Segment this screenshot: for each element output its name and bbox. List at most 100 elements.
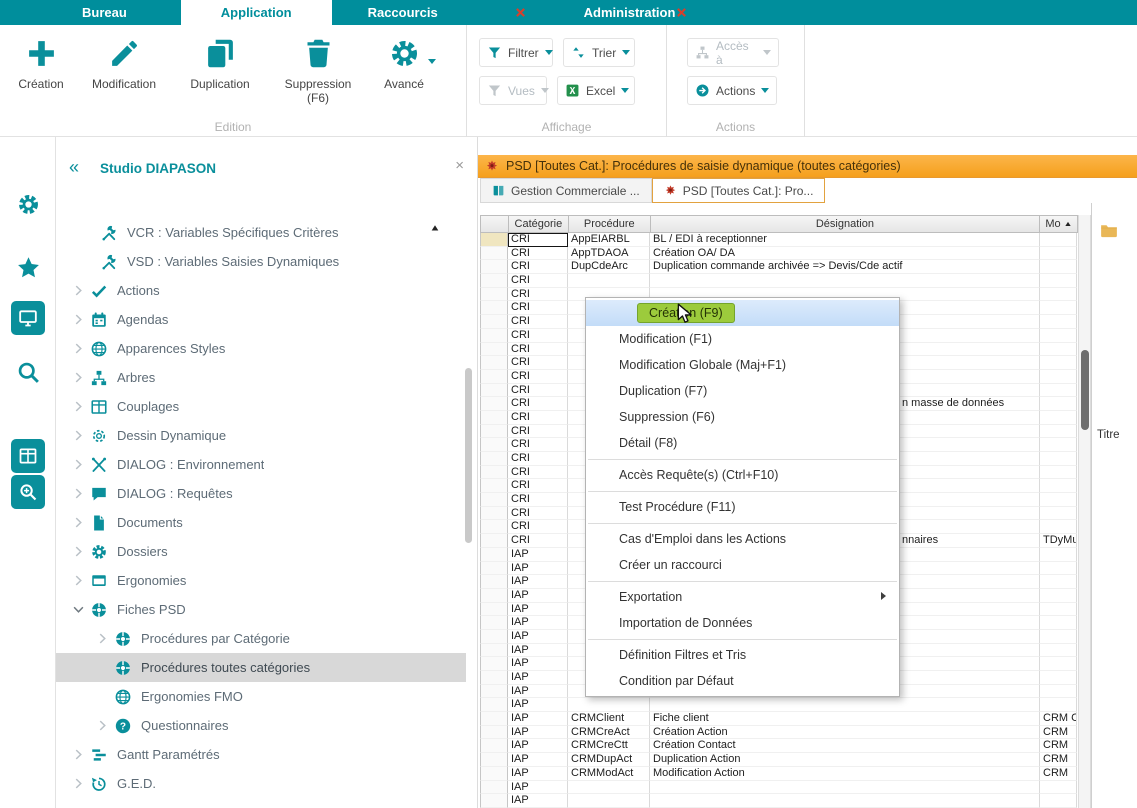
cell-categorie[interactable]: IAP [508, 698, 568, 712]
cell-categorie[interactable]: IAP [508, 767, 568, 781]
cell-categorie[interactable]: IAP [508, 726, 568, 740]
cell-categorie[interactable]: IAP [508, 575, 568, 589]
column-header-mo[interactable]: Mo [1040, 216, 1077, 232]
row-selector[interactable] [480, 247, 508, 261]
cell-mo[interactable] [1040, 411, 1077, 425]
cell-categorie[interactable]: CRI [508, 370, 568, 384]
tree-item-couplages[interactable]: Couplages [56, 392, 466, 421]
cell-mo[interactable] [1040, 507, 1077, 521]
cell-categorie[interactable]: CRI [508, 343, 568, 357]
collapse-sidebar-button[interactable]: « [69, 158, 79, 176]
context-menu-item-detail-f8[interactable]: Détail (F8) [586, 430, 899, 456]
cell-mo[interactable] [1040, 657, 1077, 671]
row-selector[interactable] [480, 739, 508, 753]
chevron-right-icon[interactable] [66, 459, 90, 470]
cell-designation[interactable]: BL / EDI à receptionner [650, 233, 1040, 247]
row-selector[interactable] [480, 520, 508, 534]
table-row[interactable]: IAP [480, 781, 1078, 795]
cell-categorie[interactable]: IAP [508, 630, 568, 644]
context-menu-item-modification-globale-maj-f1[interactable]: Modification Globale (Maj+F1) [586, 352, 899, 378]
row-selector[interactable] [480, 630, 508, 644]
cell-mo[interactable] [1040, 301, 1077, 315]
close-sidebar-button[interactable]: × [455, 158, 464, 173]
cell-mo[interactable] [1040, 575, 1077, 589]
cell-categorie[interactable]: IAP [508, 739, 568, 753]
excel-button[interactable]: Excel [557, 76, 635, 105]
nav-search-plus-icon[interactable] [11, 475, 45, 509]
row-selector[interactable] [480, 603, 508, 617]
cell-categorie[interactable]: CRI [508, 425, 568, 439]
cell-mo[interactable] [1040, 698, 1077, 712]
cell-mo[interactable] [1040, 329, 1077, 343]
tree-item-documents[interactable]: Documents [56, 508, 466, 537]
nav-monitor-icon[interactable] [11, 301, 45, 335]
cell-categorie[interactable]: IAP [508, 671, 568, 685]
tree-item-arbres[interactable]: Arbres [56, 363, 466, 392]
row-selector[interactable] [480, 589, 508, 603]
cell-categorie[interactable]: CRI [508, 288, 568, 302]
row-selector[interactable] [480, 397, 508, 411]
context-menu-item-definition-filtres-et-tris[interactable]: Définition Filtres et Tris [586, 642, 899, 668]
row-selector[interactable] [480, 370, 508, 384]
column-header-designation[interactable]: Désignation [651, 216, 1040, 232]
cell-categorie[interactable]: CRI [508, 493, 568, 507]
row-selector[interactable] [480, 781, 508, 795]
cell-mo[interactable] [1040, 644, 1077, 658]
table-row[interactable]: IAPCRMCreCttCréation ContactCRM [480, 739, 1078, 753]
context-menu-item-creation-f9[interactable]: Création (F9) [586, 300, 899, 326]
cell-designation[interactable]: Fiche client [650, 712, 1040, 726]
cell-procedure[interactable] [568, 781, 650, 795]
cell-mo[interactable] [1040, 315, 1077, 329]
cell-mo[interactable]: TDyMu [1040, 534, 1077, 548]
cell-mo[interactable] [1040, 616, 1077, 630]
table-scrollbar[interactable] [1078, 215, 1091, 808]
row-selector[interactable] [480, 384, 508, 398]
table-row[interactable]: IAPCRMClientFiche clientCRM C [480, 712, 1078, 726]
cell-mo[interactable] [1040, 493, 1077, 507]
cell-categorie[interactable]: IAP [508, 753, 568, 767]
row-selector[interactable] [480, 233, 508, 247]
context-menu-item-duplication-f7[interactable]: Duplication (F7) [586, 378, 899, 404]
chevron-right-icon[interactable] [66, 401, 90, 412]
chevron-right-icon[interactable] [90, 720, 114, 731]
cell-designation[interactable]: Création Action [650, 726, 1040, 740]
chevron-right-icon[interactable] [66, 430, 90, 441]
row-selector[interactable] [480, 671, 508, 685]
table-row[interactable]: IAPCRMDupActDuplication ActionCRM [480, 753, 1078, 767]
trier-button[interactable]: Trier [563, 38, 635, 67]
row-selector[interactable] [480, 548, 508, 562]
chevron-right-icon[interactable] [66, 285, 90, 296]
actions-button[interactable]: Actions [687, 76, 777, 105]
cell-mo[interactable]: CRM C [1040, 712, 1077, 726]
menu-tab-raccourcis[interactable]: Raccourcis [332, 0, 474, 25]
table-row[interactable]: CRI [480, 274, 1078, 288]
row-selector[interactable] [480, 644, 508, 658]
cell-categorie[interactable]: IAP [508, 685, 568, 699]
row-selector[interactable] [480, 411, 508, 425]
cell-mo[interactable] [1040, 397, 1077, 411]
cell-mo[interactable] [1040, 288, 1077, 302]
cell-procedure[interactable]: CRMClient [568, 712, 650, 726]
column-header-categorie[interactable]: Catégorie [509, 216, 569, 232]
row-selector[interactable] [480, 260, 508, 274]
context-menu-item-creer-un-raccourci[interactable]: Créer un raccourci [586, 552, 899, 578]
row-selector[interactable] [480, 438, 508, 452]
row-selector[interactable] [480, 698, 508, 712]
cell-categorie[interactable]: CRI [508, 397, 568, 411]
cell-mo[interactable] [1040, 603, 1077, 617]
row-selector[interactable] [480, 767, 508, 781]
row-selector[interactable] [480, 507, 508, 521]
cell-procedure[interactable]: CRMCreCtt [568, 739, 650, 753]
context-menu-item-test-procedure-f11[interactable]: Test Procédure (F11) [586, 494, 899, 520]
cell-categorie[interactable]: CRI [508, 534, 568, 548]
tree-item-ergonomies-fmo[interactable]: Ergonomies FMO [56, 682, 466, 711]
row-selector[interactable] [480, 534, 508, 548]
cell-designation[interactable] [650, 781, 1040, 795]
chevron-right-icon[interactable] [66, 314, 90, 325]
table-row[interactable]: CRIAppEIARBLBL / EDI à receptionner [480, 233, 1078, 247]
chevron-right-icon[interactable] [90, 633, 114, 644]
chevron-right-icon[interactable] [66, 546, 90, 557]
cell-categorie[interactable]: IAP [508, 589, 568, 603]
tree-item-fiches-psd[interactable]: Fiches PSD [56, 595, 466, 624]
cell-categorie[interactable]: IAP [508, 562, 568, 576]
